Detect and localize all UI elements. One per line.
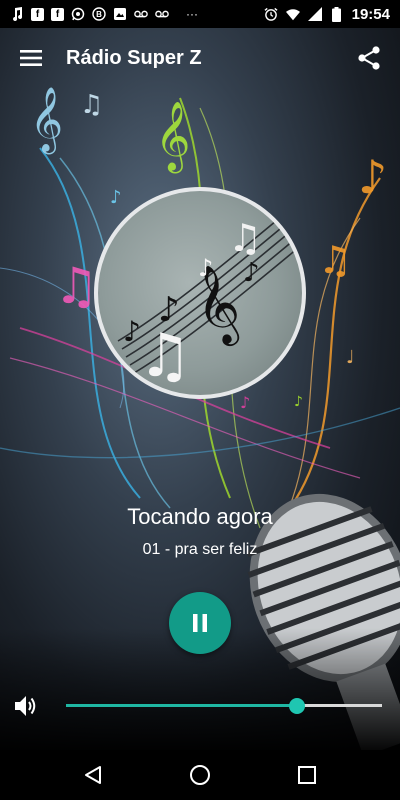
share-button[interactable]	[354, 43, 384, 73]
album-art: 𝄞 ♫ ♫ ♪ ♪ ♪ ♪	[94, 187, 306, 399]
volume-slider-fill	[66, 704, 297, 707]
b-icon: B	[92, 7, 106, 21]
back-triangle-icon	[85, 766, 102, 784]
menu-icon	[20, 50, 42, 66]
svg-text:B: B	[96, 10, 102, 19]
svg-text:♫: ♫	[80, 90, 103, 120]
menu-button[interactable]	[16, 43, 46, 73]
more-icon: ···	[186, 7, 198, 21]
svg-text:♪: ♪	[243, 258, 260, 288]
recents-button[interactable]	[287, 755, 327, 795]
music-notes-artwork: 𝄞 ♫ ♫ ♪ ♪ ♪ ♪	[117, 210, 302, 391]
svg-text:♪: ♪	[358, 150, 387, 204]
voicemail-icon	[155, 7, 169, 21]
svg-text:𝄞: 𝄞	[30, 87, 63, 154]
svg-text:♪: ♪	[158, 290, 180, 330]
wifi-icon	[285, 7, 300, 21]
recents-square-icon	[297, 766, 316, 784]
svg-text:♫: ♫	[138, 321, 192, 391]
svg-text:♫: ♫	[318, 238, 352, 282]
signal-icon	[307, 7, 322, 21]
home-circle-icon	[189, 765, 210, 785]
now-playing-label: Tocando agora	[127, 504, 273, 529]
volume-control	[0, 686, 400, 726]
image-icon	[113, 7, 127, 21]
play-pause-button[interactable]	[169, 592, 231, 654]
svg-text:♫: ♫	[54, 257, 99, 315]
alarm-icon	[264, 7, 278, 21]
whatsapp-icon	[71, 7, 85, 21]
svg-text:♪: ♪	[110, 187, 122, 208]
volume-slider[interactable]	[66, 698, 382, 714]
clock: 19:54	[351, 5, 390, 23]
svg-text:♪: ♪	[240, 393, 250, 412]
share-icon	[358, 46, 380, 70]
battery-icon	[330, 6, 344, 22]
system-icons: 19:54	[264, 6, 390, 23]
track-title: 01 - pra ser feliz	[142, 541, 258, 558]
back-button[interactable]	[73, 755, 113, 795]
voicemail-icon	[134, 7, 148, 21]
svg-text:♪: ♪	[294, 394, 303, 410]
svg-text:𝄞: 𝄞	[155, 101, 190, 173]
navigation-bar	[0, 750, 400, 800]
svg-text:♪: ♪	[198, 254, 213, 282]
volume-icon[interactable]	[14, 694, 38, 718]
svg-text:♪: ♪	[123, 315, 141, 348]
pause-icon	[193, 614, 207, 632]
status-bar: f f B ··· 19:54	[0, 0, 400, 28]
app-bar: Rádio Super Z	[0, 28, 400, 88]
volume-slider-thumb[interactable]	[288, 698, 305, 714]
app-title: Rádio Super Z	[66, 46, 202, 69]
notification-icons: f f B ···	[10, 7, 198, 21]
svg-text:♩: ♩	[346, 347, 355, 368]
home-button[interactable]	[180, 755, 220, 795]
music-note-icon	[10, 7, 24, 21]
facebook-icon: f	[31, 7, 44, 21]
facebook-icon: f	[51, 7, 64, 21]
svg-text:♫: ♫	[228, 216, 262, 260]
